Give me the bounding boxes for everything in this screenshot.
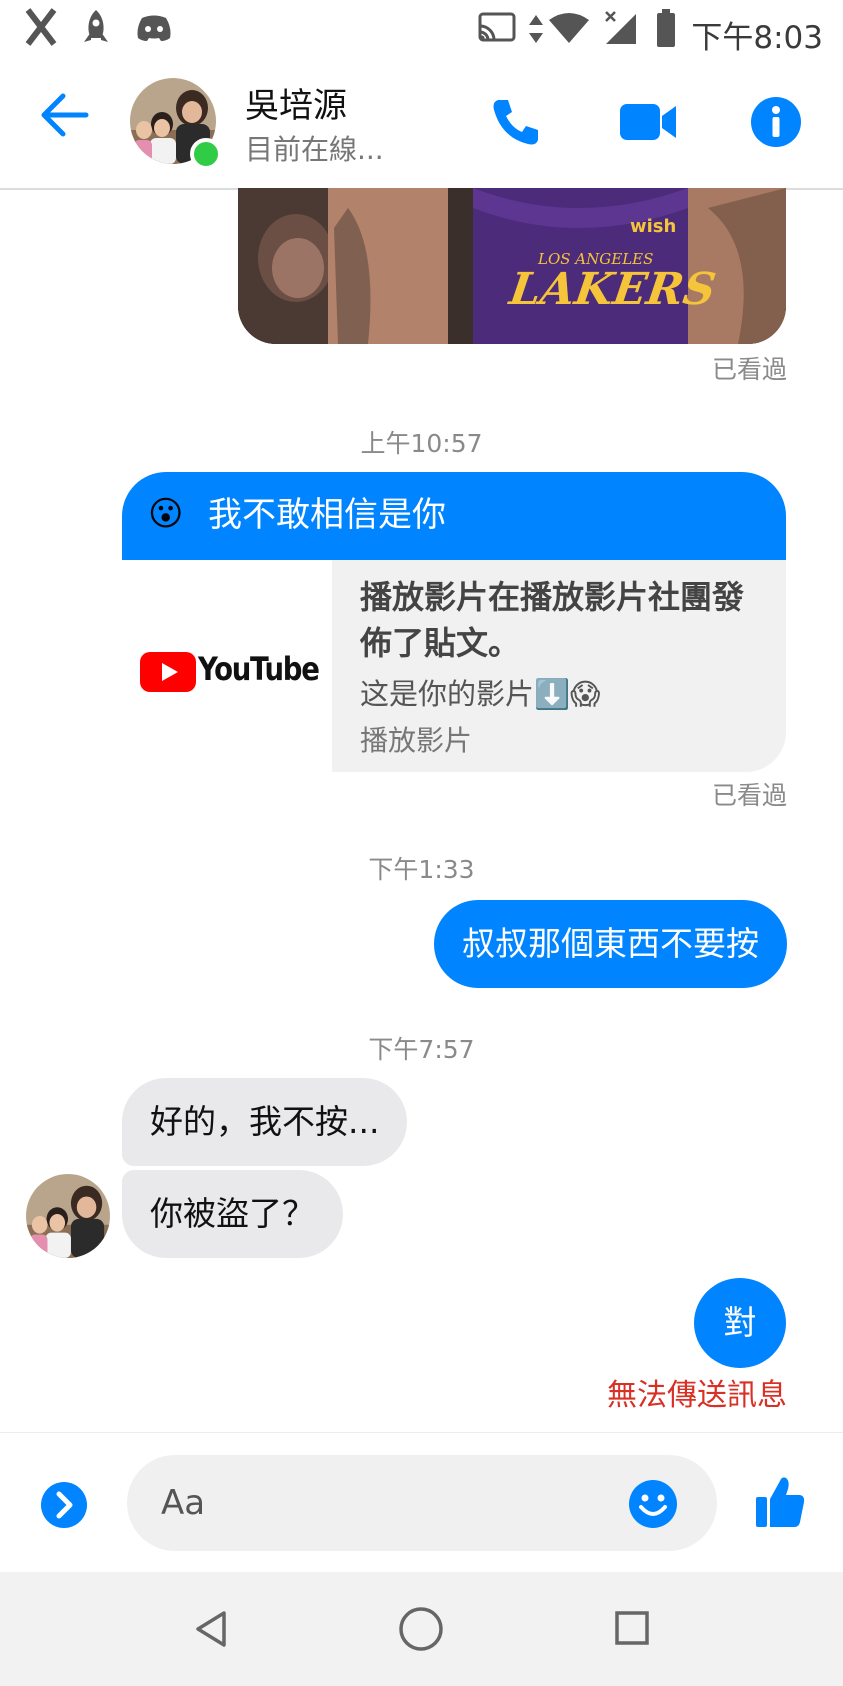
timestamp: 上午10:57 <box>360 429 483 458</box>
youtube-logo-text: YouTube <box>198 650 320 688</box>
recents-nav-icon[interactable] <box>614 1610 650 1646</box>
photo-message[interactable]: LOS ANGELES LAKERS wish <box>238 188 786 344</box>
clock: 下午8:03 <box>691 20 823 56</box>
message-bubble: 😮 我不敢相信是你 <box>122 472 786 560</box>
link-description: 这是你的影片⬇️😱 <box>360 677 601 711</box>
seen-label: 已看過 <box>711 781 787 810</box>
wifi-icon <box>549 13 589 43</box>
timestamp: 下午1:33 <box>368 855 475 884</box>
astonished-emoji: 😮 <box>148 494 184 534</box>
battery-icon <box>657 9 675 47</box>
jersey-team-text: LAKERS <box>506 264 719 315</box>
sender-avatar[interactable] <box>26 1174 110 1258</box>
back-arrow-icon[interactable] <box>40 92 90 138</box>
home-nav-icon[interactable] <box>398 1606 444 1652</box>
status-bar: 下午8:03 <box>0 0 843 60</box>
back-nav-icon[interactable] <box>194 1610 228 1648</box>
outgoing-message[interactable]: 叔叔那個東西不要按 <box>434 900 787 988</box>
discord-icon <box>137 15 171 41</box>
phone-icon[interactable] <box>490 96 542 148</box>
link-preview: 播放影片在播放影片社團發佈了貼文。 这是你的影片⬇️😱 播放影片 <box>332 560 786 772</box>
message-text: 我不敢相信是你 <box>208 495 446 535</box>
data-arrows-icon <box>529 15 543 43</box>
incoming-message[interactable]: 你被盜了？ <box>122 1170 343 1258</box>
signal-icon <box>605 11 636 44</box>
rocket-icon <box>84 10 108 42</box>
timestamp: 下午7:57 <box>368 1035 475 1064</box>
outgoing-link-message[interactable]: 😮 我不敢相信是你 YouTube 播放影片在播放影片社團發佈了貼文。 这是你的… <box>122 472 786 772</box>
online-indicator <box>190 138 222 170</box>
conversation-header: 吳培源 目前在線... <box>0 60 843 190</box>
contact-status: 目前在線... <box>245 133 384 166</box>
outgoing-message-failed[interactable]: 對 <box>694 1278 786 1368</box>
expand-actions-icon[interactable] <box>40 1481 88 1529</box>
incoming-message[interactable]: 好的，我不按... <box>122 1078 408 1166</box>
thumbs-up-icon[interactable] <box>754 1475 806 1529</box>
link-thumbnail: YouTube <box>122 560 332 772</box>
composer <box>0 1432 843 1573</box>
emoji-icon[interactable] <box>628 1479 678 1529</box>
info-icon[interactable] <box>750 96 802 148</box>
video-call-icon[interactable] <box>618 100 678 144</box>
app-notification-icon <box>25 8 57 46</box>
send-error-text[interactable]: 無法傳送訊息 <box>607 1370 787 1414</box>
jersey-sponsor-text: wish <box>630 216 677 237</box>
link-source: 播放影片 <box>360 724 473 757</box>
contact-name[interactable]: 吳培源 <box>245 78 347 127</box>
link-title: 播放影片在播放影片社團發佈了貼文。 <box>360 578 745 662</box>
cast-icon <box>478 12 516 42</box>
navigation-bar <box>0 1572 843 1686</box>
youtube-logo-icon <box>140 652 196 692</box>
seen-label: 已看過 <box>711 355 787 384</box>
